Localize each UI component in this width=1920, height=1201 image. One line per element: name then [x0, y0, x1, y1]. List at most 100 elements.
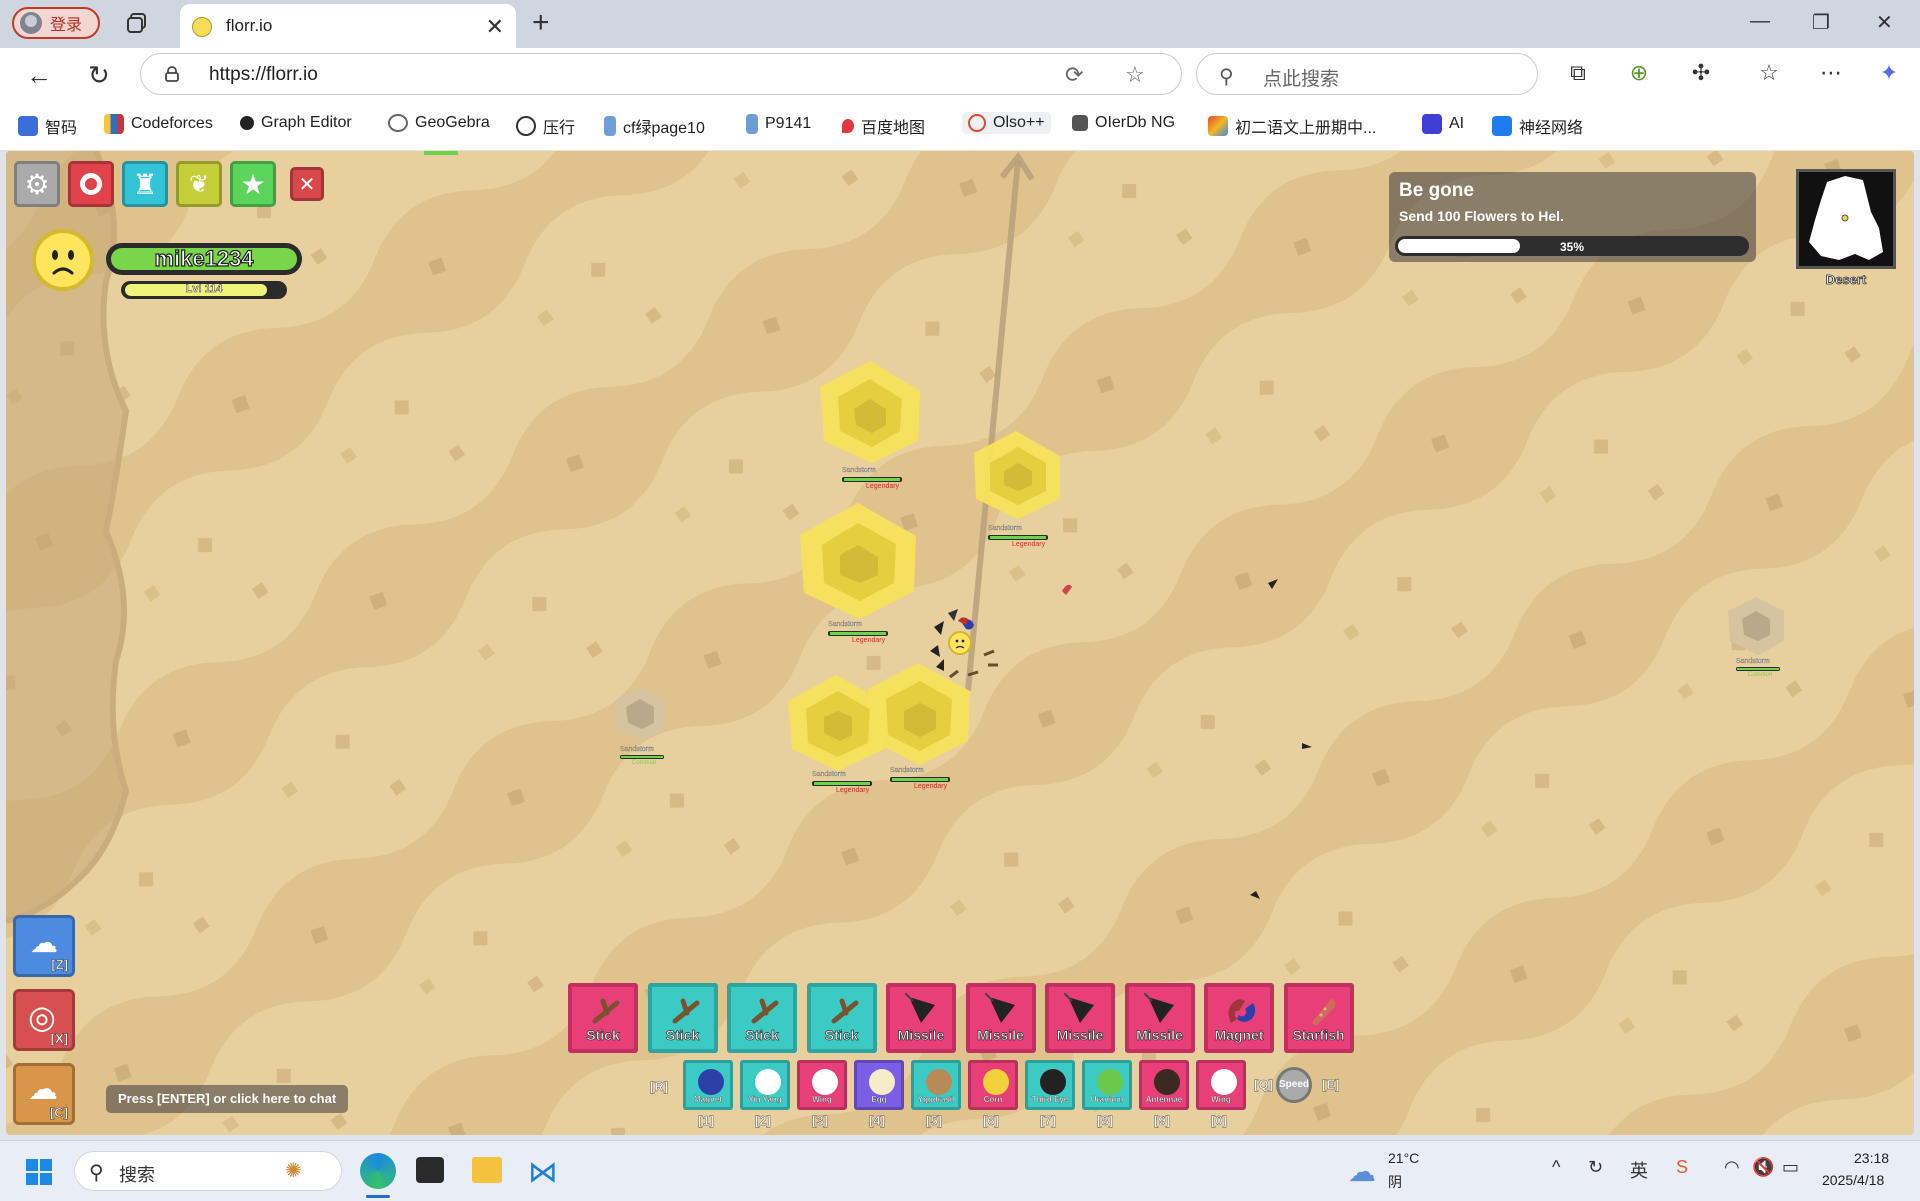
favorite-star-icon[interactable]: ☆ [1125, 62, 1145, 88]
petal-label: Egg [871, 1095, 887, 1104]
windows-start-icon[interactable] [26, 1159, 52, 1185]
bookmark-cf-green[interactable]: cf绿page10 [604, 114, 705, 138]
bookmark-graph-editor[interactable]: Graph Editor [240, 114, 352, 132]
sandstorm-legendary[interactable] [800, 503, 916, 619]
url-text: https://florr.io [209, 64, 318, 85]
projectiles [1062, 579, 1312, 899]
secondary-petal-slot-wing[interactable]: Wing [1196, 1060, 1246, 1110]
tab-close-icon[interactable]: ✕ [486, 14, 504, 40]
vscode-icon[interactable]: ⋈ [528, 1155, 558, 1190]
weather-description: 阴 [1388, 1174, 1402, 1190]
speaker-muted-icon[interactable]: 🔇 [1752, 1157, 1774, 1178]
primary-petal-slot-missile[interactable]: Missile [886, 983, 956, 1053]
secondary-petal-slot-corn[interactable]: Corn [968, 1060, 1018, 1110]
close-hud-button[interactable]: ✕ [290, 167, 324, 201]
bookmark-geogebra[interactable]: GeoGebra [388, 114, 490, 132]
address-bar[interactable]: https://florr.io ⟳ ☆ [140, 53, 1182, 95]
speed-toggle[interactable]: Speed [1276, 1067, 1312, 1103]
translate-icon[interactable]: ⟳ [1065, 62, 1083, 88]
restore-icon[interactable]: ❐ [1812, 10, 1830, 35]
favorites-icon[interactable]: ☆ [1756, 60, 1782, 86]
sandstorm-legendary[interactable] [868, 663, 970, 765]
file-explorer-icon[interactable] [472, 1157, 502, 1183]
bookmark-chinese-exam[interactable]: 初二语文上册期中... [1208, 114, 1376, 138]
tab-actions-icon[interactable] [126, 12, 148, 34]
clock-date[interactable]: 2025/4/18 [1822, 1172, 1884, 1188]
crafting-button[interactable] [68, 161, 114, 207]
sandstorm-common[interactable] [1728, 597, 1784, 655]
secondary-petal-slot-egg[interactable]: Egg [854, 1060, 904, 1110]
close-icon: ✕ [298, 173, 316, 196]
petal-label: Starfish [1292, 1027, 1345, 1044]
ability-x-button[interactable]: ◎ [X] [13, 989, 75, 1051]
sandstorm-legendary[interactable] [974, 431, 1060, 519]
primary-petal-slot-stick[interactable]: Stick [647, 983, 718, 1053]
bookmark-zhima[interactable]: 智码 [18, 114, 77, 138]
secondary-petal-slot-magnet[interactable]: Magnet [683, 1060, 733, 1110]
secondary-petal-slot-yin-yang[interactable]: Yin Yang [740, 1060, 790, 1110]
secondary-petal-slot-yggdrasil[interactable]: Yggdrasil [911, 1060, 961, 1110]
sandstorm-common[interactable] [614, 687, 666, 741]
primary-petal-slot-stick[interactable]: Stick [727, 983, 797, 1053]
primary-petal-slot-missile[interactable]: Missile [1124, 983, 1195, 1053]
add-extension-icon[interactable]: ⊕ [1626, 60, 1652, 86]
new-tab-icon[interactable]: + [532, 6, 550, 40]
minimize-icon[interactable]: — [1750, 10, 1770, 33]
terminal-taskbar-icon[interactable] [416, 1157, 444, 1183]
petal-key-label: [6] [983, 1113, 999, 1128]
primary-petal-slot-magnet[interactable]: Magnet [1204, 983, 1274, 1053]
close-window-icon[interactable]: ✕ [1876, 10, 1893, 35]
more-icon[interactable]: ⋯ [1818, 60, 1844, 86]
profile-button[interactable]: 登录 [12, 7, 100, 39]
codeforces-icon [104, 114, 124, 134]
secondary-petal-slot-uranium[interactable]: Uranium [1082, 1060, 1132, 1110]
clock-time[interactable]: 23:18 [1854, 1150, 1889, 1166]
achievements-button[interactable]: ★ [230, 161, 276, 207]
reload-icon[interactable]: ↻ [88, 60, 110, 91]
bookmark-oierdb[interactable]: OIerDb NG [1072, 114, 1175, 132]
primary-petal-slot-missile[interactable]: Missile [965, 983, 1036, 1053]
quest-description: Send 100 Flowers to Hel. [1399, 208, 1564, 224]
secondary-petal-slot-antennae[interactable]: Antennae [1139, 1060, 1189, 1110]
mobs-layer [424, 151, 1784, 899]
bookmark-codeforces[interactable]: Codeforces [104, 114, 213, 134]
search-icon: ⚲ [1219, 66, 1234, 88]
extension-icon[interactable]: ⧉ [1565, 60, 1591, 86]
quest-title: Be gone [1399, 180, 1474, 201]
inventory-button[interactable]: ♜ [122, 161, 168, 207]
show-hidden-icons[interactable]: ^ [1552, 1157, 1560, 1178]
bookmark-ai[interactable]: AI [1422, 114, 1464, 134]
settings-button[interactable]: ⚙ [14, 161, 60, 207]
secondary-petal-slot-third-eye[interactable]: Third Eye [1025, 1060, 1075, 1110]
ime-indicator[interactable]: 英 [1630, 1157, 1648, 1183]
battery-icon[interactable]: ▭ [1782, 1157, 1799, 1178]
game-canvas[interactable]: Sandstorm Legendary Sandstorm Legendary … [6, 151, 1914, 1135]
secondary-petal-slot-wing[interactable]: Wing [797, 1060, 847, 1110]
tab-florr[interactable]: florr.io ✕ [180, 4, 516, 48]
sandstorm-legendary[interactable] [820, 361, 920, 463]
primary-petal-slot-missile[interactable]: Missile [1045, 983, 1115, 1053]
chat-input-hint[interactable]: Press [ENTER] or click here to chat [106, 1085, 349, 1113]
web-search-input[interactable]: ⚲ 点此搜索 [1196, 53, 1538, 95]
primary-petal-slot-stick[interactable]: Stick [806, 983, 877, 1053]
primary-petal-slot-stick[interactable]: Stick [568, 983, 638, 1053]
back-icon[interactable]: ← [26, 60, 52, 91]
primary-petal-slot-starfish[interactable]: Starfish [1283, 983, 1354, 1053]
puzzle-icon[interactable]: ✣ [1688, 60, 1714, 86]
ability-c-button[interactable]: ☁ [C] [13, 1063, 75, 1125]
bookmark-olso[interactable]: Olso++ [962, 112, 1051, 134]
ability-z-button[interactable]: ☁ [Z] [13, 915, 75, 977]
antivirus-icon[interactable]: S [1676, 1157, 1688, 1178]
bookmark-baidu-map[interactable]: 百度地图 [842, 114, 925, 138]
petal-label: Corn [983, 1095, 1003, 1104]
bookmark-p9141[interactable]: P9141 [746, 114, 811, 134]
bookmark-neural-net[interactable]: 神经网络 [1492, 114, 1583, 138]
bookmark-yahang[interactable]: 压行 [516, 114, 575, 138]
copilot-icon[interactable]: ✦ [1876, 60, 1902, 86]
wifi-icon[interactable]: ◠ [1724, 1157, 1740, 1178]
sync-icon[interactable]: ↻ [1588, 1157, 1603, 1178]
edge-taskbar-icon[interactable] [360, 1153, 396, 1189]
mob-name-label: Sandstorm [1736, 658, 1770, 665]
taskbar-search[interactable]: ⚲ 搜索 ✺ [74, 1151, 342, 1191]
absorb-button[interactable]: ❦ [176, 161, 222, 207]
